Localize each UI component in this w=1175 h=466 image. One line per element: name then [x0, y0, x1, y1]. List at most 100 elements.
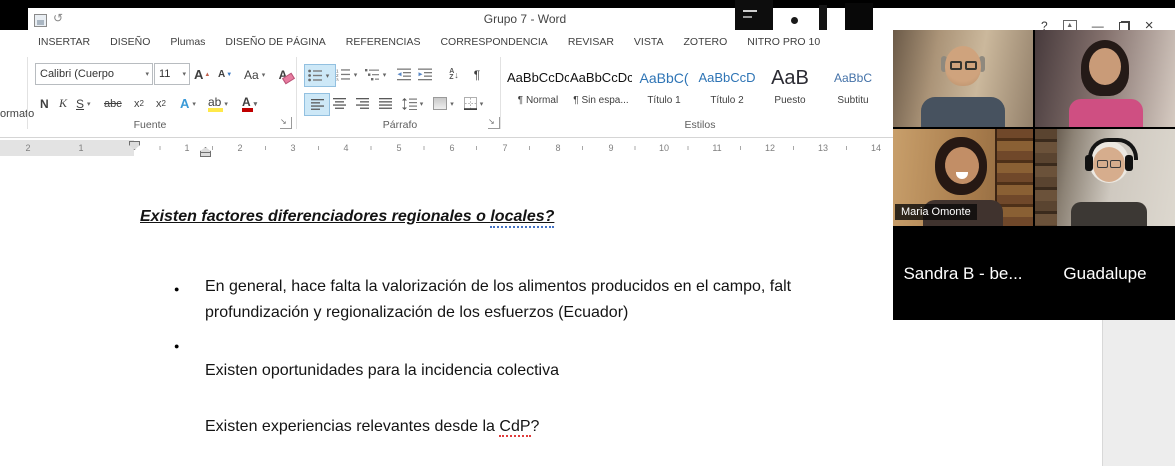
spellcheck-flagged-word: CdP	[499, 418, 530, 437]
style-titulo-1[interactable]: AaBbC( Título 1	[633, 59, 695, 113]
video-tile-guadalupe[interactable]: Guadalupe	[1035, 228, 1175, 320]
show-marks-button[interactable]: ¶	[468, 64, 486, 85]
increase-indent-button[interactable]	[414, 64, 436, 85]
group-separator	[27, 57, 28, 129]
tab-correspondencia[interactable]: CORRESPONDENCIA	[430, 32, 557, 53]
bullet-marker: ●	[174, 284, 179, 294]
font-color-swatch	[242, 108, 253, 112]
bullets-button[interactable]: ▾	[304, 64, 336, 87]
shrink-font-button[interactable]: A▼	[216, 64, 234, 85]
screen-corner-block	[0, 0, 28, 30]
clear-formatting-button[interactable]: A	[272, 64, 294, 85]
ruler-number: 8	[543, 141, 573, 155]
strikethrough-button[interactable]: abc	[102, 93, 124, 114]
background-window-fragment	[819, 5, 827, 30]
ruler-number: 7	[490, 141, 520, 155]
bullet-item-line: En general, hace falta la valorización d…	[205, 274, 791, 300]
chevron-down-icon: ▾	[447, 100, 457, 108]
italic-button[interactable]: K	[57, 93, 69, 114]
tab-diseno[interactable]: DISEÑO	[100, 32, 160, 53]
numbering-button[interactable]: 123 ▾	[333, 64, 363, 85]
chevron-down-icon: ▾	[351, 71, 361, 79]
video-tile-participant-1[interactable]	[893, 30, 1033, 127]
font-name-select[interactable]: Calibri (Cuerpo ▾	[35, 63, 153, 85]
video-tile-maria-omonte[interactable]: Maria Omonte	[893, 129, 1033, 226]
tab-zotero[interactable]: ZOTERO	[673, 32, 737, 53]
ruler-number: 3	[278, 141, 308, 155]
tab-plumas[interactable]: Plumas	[160, 32, 215, 53]
sort-button[interactable]: A Z ↓	[440, 64, 468, 85]
background-window-fragment	[845, 3, 873, 30]
style-preview: AaBbC	[822, 59, 884, 95]
background-window-fragment	[791, 17, 798, 24]
chevron-down-icon: ▾	[189, 100, 199, 108]
group-separator	[296, 57, 297, 129]
justify-button[interactable]	[373, 93, 397, 114]
tab-insertar[interactable]: INSERTAR	[28, 32, 100, 53]
indent-icon	[418, 68, 432, 81]
ruler-number: 6	[437, 141, 467, 155]
text-effects-button[interactable]: A▾	[178, 93, 201, 114]
tab-nitro-pro-10[interactable]: NITRO PRO 10	[737, 32, 830, 53]
video-feed	[893, 30, 1033, 127]
tab-revisar[interactable]: REVISAR	[558, 32, 624, 53]
document-heading: Existen factores diferenciadores regiona…	[140, 208, 554, 226]
paragraph-dialog-launcher[interactable]: ↘	[488, 117, 500, 129]
line-spacing-icon	[402, 98, 417, 110]
font-name-value: Calibri (Cuerpo	[36, 68, 142, 80]
style-name: ¶ Normal	[507, 95, 569, 106]
glasses-icon	[950, 61, 977, 70]
chevron-down-icon: ▾	[380, 71, 390, 79]
video-tile-participant-4[interactable]	[1035, 129, 1175, 226]
style-subtitulo[interactable]: AaBbC Subtitu	[822, 59, 884, 113]
decrease-indent-button[interactable]	[393, 64, 415, 85]
font-color-button[interactable]: A ▾	[240, 93, 262, 114]
grow-font-button[interactable]: A▲	[192, 64, 212, 85]
style-preview: AaB	[759, 59, 821, 95]
tab-vista[interactable]: VISTA	[624, 32, 674, 53]
subscript-button[interactable]: x2	[132, 93, 146, 114]
style-preview: AaBbCcDc	[570, 59, 632, 95]
style-titulo-2[interactable]: AaBbCcD Título 2	[696, 59, 758, 113]
chevron-down-icon: ▾	[179, 70, 189, 78]
multilevel-list-icon	[365, 68, 380, 81]
font-size-select[interactable]: 11 ▾	[154, 63, 190, 85]
bullet-marker: ●	[174, 341, 179, 351]
superscript-button[interactable]: x2	[154, 93, 168, 114]
ruler-number: 14	[861, 141, 891, 155]
shading-button[interactable]: ▾	[430, 93, 460, 114]
video-tile-sandra[interactable]: Sandra B - be...	[893, 228, 1033, 320]
chevron-down-icon: ▾	[84, 100, 94, 108]
style-puesto[interactable]: AaB Puesto	[759, 59, 821, 113]
participant-name-label: Maria Omonte	[895, 204, 977, 220]
video-call-panel: Maria Omonte Sandra B - be... Guadalupe	[893, 30, 1175, 320]
video-tile-participant-2[interactable]	[1035, 30, 1175, 127]
ruler-number: 12	[755, 141, 785, 155]
participant-name-label: Guadalupe	[1063, 264, 1146, 284]
left-indent-marker[interactable]	[200, 152, 211, 157]
align-right-icon	[356, 98, 369, 110]
align-right-button[interactable]	[350, 93, 374, 114]
multilevel-list-button[interactable]: ▾	[362, 64, 392, 85]
bold-button[interactable]: N	[38, 93, 51, 114]
borders-button[interactable]: ▾	[460, 93, 490, 114]
paragraph-group-label: Párrafo	[360, 119, 440, 131]
highlight-color-button[interactable]: ab ▾	[206, 93, 233, 114]
fragment-mark	[743, 10, 757, 12]
style-normal[interactable]: AaBbCcDc ¶ Normal	[507, 59, 569, 113]
underline-button[interactable]: S▾	[74, 93, 96, 114]
style-name: Título 2	[696, 95, 758, 106]
justify-icon	[379, 98, 392, 110]
tab-referencias[interactable]: REFERENCIAS	[336, 32, 431, 53]
line-spacing-button[interactable]: ▾	[399, 93, 429, 114]
font-dialog-launcher[interactable]: ↘	[280, 117, 292, 129]
tab-diseno-de-pagina[interactable]: DISEÑO DE PÁGINA	[215, 32, 335, 53]
align-center-button[interactable]	[327, 93, 351, 114]
change-case-button[interactable]: Aa▾	[242, 64, 270, 85]
copy-format-button-partial[interactable]: ormato	[0, 108, 34, 120]
chevron-down-icon: ▾	[259, 71, 269, 79]
style-sin-espaciado[interactable]: AaBbCcDc ¶ Sin espa...	[570, 59, 632, 113]
highlight-swatch	[208, 108, 223, 112]
group-separator	[500, 57, 501, 129]
bookshelf-background	[1035, 129, 1057, 226]
